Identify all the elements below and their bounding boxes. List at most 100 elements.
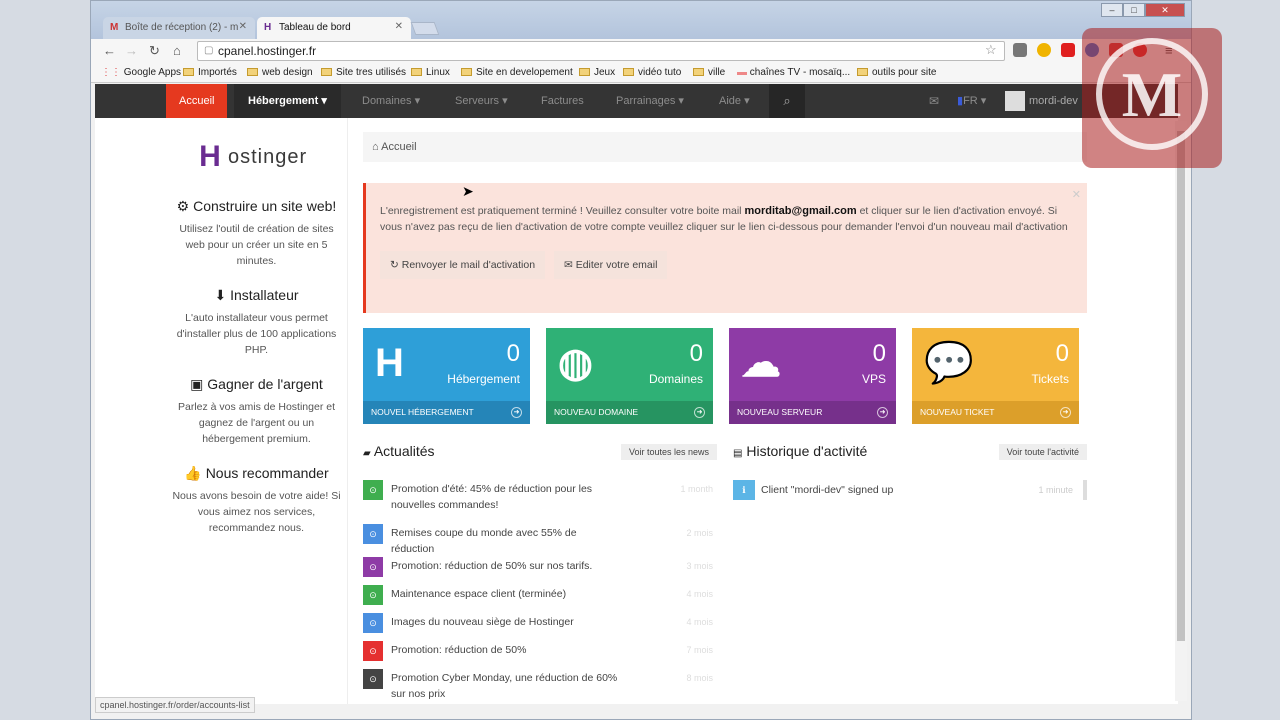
address-bar[interactable]: ▢ cpanel.hostinger.fr <box>197 41 1005 61</box>
nav-serveurs[interactable]: Serveurs ▾ <box>455 84 508 118</box>
tab-gmail[interactable]: M Boîte de réception (2) - m ✕ <box>103 17 255 39</box>
tile-footer[interactable]: NOUVEAU DOMAINE ➜ <box>546 401 713 424</box>
news-section: ▰ Actualités Voir toutes les news ⊙ Promo… <box>363 443 717 704</box>
news-item[interactable]: ⊙ Promotion Cyber Monday, une réduction d… <box>363 669 717 704</box>
close-window-button[interactable]: ✕ <box>1145 3 1185 17</box>
bookmark-item[interactable]: web design <box>247 67 313 78</box>
sidebar-heading[interactable]: ⬇ Installateur <box>166 287 347 304</box>
close-icon[interactable]: ✕ <box>1072 187 1081 203</box>
bookmark-item[interactable]: ▬ chaînes TV - mosaïq... <box>737 67 850 78</box>
bookmark-label: Site tres utilisés <box>336 67 407 78</box>
reload-icon[interactable]: ↻ <box>149 43 160 59</box>
alert-email: morditab@gmail.com <box>744 205 857 217</box>
news-item[interactable]: ⊙ Images du nouveau siège de Hostinger 4 m… <box>363 613 717 641</box>
arrow-right-icon: ➜ <box>511 407 522 418</box>
view-all-activity-button[interactable]: Voir toute l'activité <box>998 444 1087 460</box>
tile-label: Tickets <box>1031 372 1069 386</box>
nav-factures[interactable]: Factures <box>541 84 584 118</box>
main-area: ⌂ Accueil ✕ L'enregistrement est pratiqu… <box>363 118 1087 704</box>
bookmark-star-icon[interactable]: ☆ <box>985 42 997 58</box>
clock-icon: ⊙ <box>363 585 383 605</box>
sidebar-heading[interactable]: ⚙ Construire un site web! <box>166 198 347 215</box>
bookmark-item[interactable]: Site en developement <box>461 67 573 78</box>
nav-accueil[interactable]: Accueil <box>166 84 228 118</box>
bookmark-item[interactable]: outils pour site <box>857 67 936 78</box>
tile-footer[interactable]: NOUVEL HÉBERGEMENT ➜ <box>363 401 530 424</box>
resend-activation-button[interactable]: ↻ Renvoyer le mail d'activation <box>380 251 546 279</box>
breadcrumb-item[interactable]: Accueil <box>381 141 416 153</box>
bookmark-item[interactable]: vidéo tuto <box>623 67 681 78</box>
chrome-extension-icon[interactable] <box>1037 43 1051 57</box>
section-title: Historique d'activité <box>746 443 868 459</box>
maximize-button[interactable]: □ <box>1123 3 1145 17</box>
folder-icon <box>183 68 194 76</box>
download-icon: ⬇ <box>214 287 227 303</box>
bookmarks-bar: ⋮⋮ Google Apps Importés web design Site … <box>91 63 1191 83</box>
news-text: Promotion Cyber Monday, une réduction de… <box>391 672 618 700</box>
language-selector[interactable]: ▮FR ▾ <box>957 84 986 118</box>
sidebar-title: Gagner de l'argent <box>207 376 323 392</box>
folder-icon <box>461 68 472 76</box>
news-item[interactable]: ⊙ Promotion d'été: 45% de réduction pour … <box>363 480 717 524</box>
button-label: Editer votre email <box>575 259 658 271</box>
sidebar-text: Nous avons besoin de votre aide! Si vous… <box>172 490 341 534</box>
chevron-down-icon: ▾ <box>744 95 750 107</box>
news-item[interactable]: ⊙ Promotion: réduction de 50% 7 mois <box>363 641 717 669</box>
scrollbar-thumb[interactable] <box>1177 131 1185 641</box>
mail-icon[interactable]: ✉ <box>929 84 939 118</box>
mouse-cursor-icon: ➤ <box>462 183 474 199</box>
news-text: Remises coupe du monde avec 55% de réduc… <box>391 527 577 555</box>
tile-tickets[interactable]: 💬 0 Tickets NOUVEAU TICKET ➜ <box>912 328 1079 424</box>
bookmark-item[interactable]: Linux <box>411 67 450 78</box>
bookmark-item[interactable]: ⋮⋮ Google Apps <box>101 67 181 78</box>
tile-domaines[interactable]: ◍ 0 Domaines NOUVEAU DOMAINE ➜ <box>546 328 713 424</box>
sidebar-text: Parlez à vos amis de Hostinger et gagnez… <box>178 401 335 445</box>
home-icon[interactable]: ⌂ <box>173 43 181 58</box>
sidebar-heading[interactable]: ▣ Gagner de l'argent <box>166 376 347 393</box>
sidebar-title: Construire un site web! <box>193 198 337 214</box>
news-item[interactable]: ⊙ Maintenance espace client (terminée) 4 m… <box>363 585 717 613</box>
thumbs-up-icon: 👍 <box>184 465 202 481</box>
tv-extension-icon[interactable] <box>1061 43 1075 57</box>
minimize-button[interactable]: – <box>1101 3 1123 17</box>
new-tab-button[interactable] <box>410 22 440 35</box>
forward-icon[interactable]: → <box>125 43 138 58</box>
news-date: 7 mois <box>686 645 713 655</box>
hostinger-logo[interactable]: Hostinger <box>166 140 347 180</box>
news-item[interactable]: ⊙ Promotion: réduction de 50% sur nos tar… <box>363 557 717 585</box>
bookmark-item[interactable]: Jeux <box>579 67 615 78</box>
tab-dashboard[interactable]: H Tableau de bord ✕ <box>257 17 411 39</box>
tile-footer[interactable]: NOUVEAU TICKET ➜ <box>912 401 1079 424</box>
logo-mark-icon: H <box>199 140 221 173</box>
tile-footer[interactable]: NOUVEAU SERVEUR ➜ <box>729 401 896 424</box>
view-all-news-button[interactable]: Voir toutes les news <box>620 444 717 460</box>
browser-toolbar: ← → ↻ ⌂ ▢cpanel.hostinger.fr ☆ ≡ <box>91 39 1191 63</box>
sidebar-heading[interactable]: 👍 Nous recommander <box>166 465 347 482</box>
bookmark-item[interactable]: Site tres utilisés <box>321 67 406 78</box>
page-scrollbar[interactable] <box>1175 121 1187 701</box>
user-menu[interactable]: mordi-dev <box>1005 91 1078 111</box>
tile-hebergement[interactable]: H 0 Hébergement NOUVEL HÉBERGEMENT ➜ <box>363 328 530 424</box>
nav-domaines[interactable]: Domaines ▾ <box>362 84 420 118</box>
window-controls: – □ ✕ <box>1101 3 1185 17</box>
tab-title: Tableau de bord <box>279 22 351 33</box>
tile-vps[interactable]: ☁ 0 VPS NOUVEAU SERVEUR ➜ <box>729 328 896 424</box>
nav-hebergement[interactable]: Hébergement ▾ <box>234 84 341 118</box>
search-icon[interactable]: ⌕ <box>769 84 805 118</box>
home-icon: ⌂ <box>372 141 379 153</box>
nav-aide[interactable]: Aide ▾ <box>719 84 750 118</box>
extension-icon[interactable] <box>1013 43 1027 57</box>
close-tab-icon[interactable]: ✕ <box>395 21 403 32</box>
bookmark-label: ville <box>708 67 726 78</box>
news-date: 8 mois <box>686 673 713 683</box>
clock-icon: ⊙ <box>363 524 383 544</box>
close-tab-icon[interactable]: ✕ <box>239 21 247 32</box>
bookmark-item[interactable]: ville <box>693 67 725 78</box>
bookmark-item[interactable]: Importés <box>183 67 237 78</box>
news-item[interactable]: ⊙ Remises coupe du monde avec 55% de rédu… <box>363 524 717 557</box>
edit-email-button[interactable]: ✉ Editer votre email <box>553 251 668 279</box>
activity-item[interactable]: ℹ Client "mordi-dev" signed up 1 minute <box>733 480 1087 502</box>
nav-parrainages[interactable]: Parrainages ▾ <box>616 84 684 118</box>
nav-label: Aide <box>719 95 742 107</box>
back-icon[interactable]: ← <box>103 43 116 58</box>
